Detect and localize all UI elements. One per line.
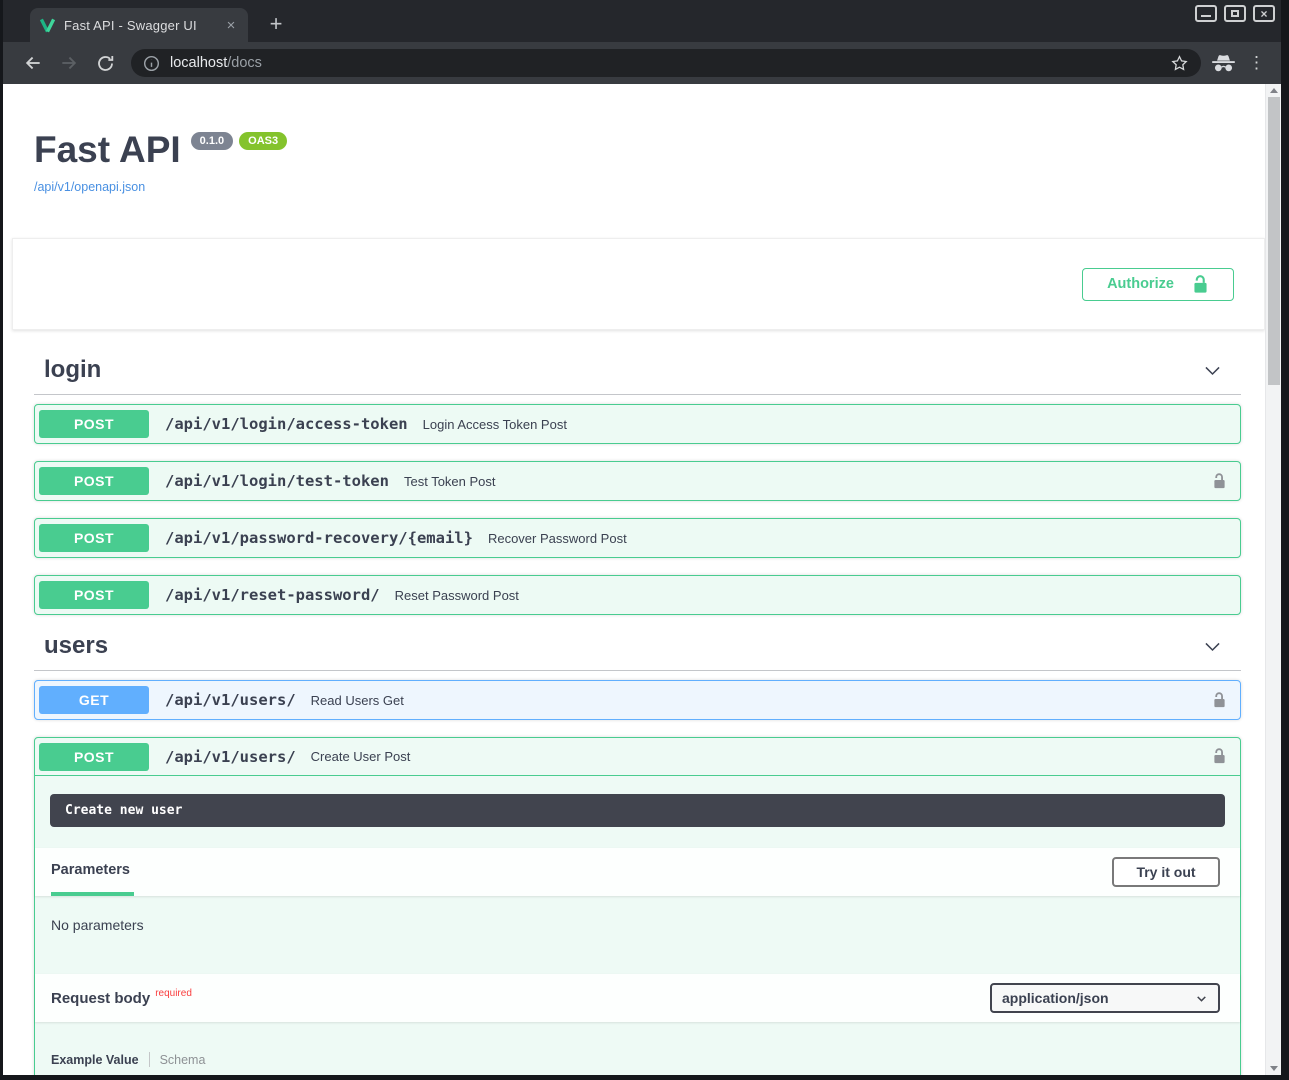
endpoint-row[interactable]: POST /api/v1/login/test-token Test Token… bbox=[34, 461, 1241, 501]
back-button[interactable] bbox=[20, 50, 46, 76]
try-it-out-button[interactable]: Try it out bbox=[1112, 857, 1220, 887]
operations-list: login POST /api/v1/login/access-token Lo… bbox=[34, 356, 1241, 1075]
tab-fast-api[interactable]: Fast API - Swagger UI × bbox=[30, 8, 248, 42]
section-title: login bbox=[44, 356, 101, 384]
endpoint-row[interactable]: POST /api/v1/login/access-token Login Ac… bbox=[34, 404, 1241, 444]
authorize-button[interactable]: Authorize bbox=[1082, 268, 1234, 301]
method-badge: POST bbox=[39, 743, 149, 771]
endpoint-summary: Recover Password Post bbox=[488, 531, 627, 546]
tab-close-icon[interactable]: × bbox=[222, 16, 240, 34]
toolbar-right: ⋮ bbox=[1211, 53, 1273, 73]
endpoint-path: /api/v1/password-recovery/{email} bbox=[165, 529, 473, 547]
chevron-down-icon[interactable] bbox=[1202, 636, 1223, 657]
request-body-label: Request body bbox=[51, 990, 150, 1007]
schema-tab[interactable]: Schema bbox=[160, 1053, 206, 1067]
endpoint-body: Create new user Parameters Try it out No… bbox=[35, 776, 1240, 1075]
endpoint-path: /api/v1/login/access-token bbox=[165, 415, 408, 433]
parameters-header: Parameters Try it out bbox=[35, 848, 1240, 896]
close-button[interactable]: × bbox=[1253, 5, 1275, 22]
parameters-tab: Parameters bbox=[51, 848, 134, 896]
no-parameters-text: No parameters bbox=[35, 896, 1240, 953]
maximize-icon bbox=[1231, 10, 1239, 17]
section-header-users[interactable]: users bbox=[34, 632, 1241, 671]
unlock-icon bbox=[1212, 472, 1227, 491]
method-badge: GET bbox=[39, 686, 149, 714]
scrollbar-thumb[interactable] bbox=[1268, 97, 1280, 385]
forward-button[interactable] bbox=[56, 50, 82, 76]
minimize-button[interactable] bbox=[1195, 5, 1217, 22]
endpoint-summary: Read Users Get bbox=[311, 693, 404, 708]
auth-lock-button[interactable] bbox=[1212, 472, 1227, 491]
auth-lock-button[interactable] bbox=[1212, 691, 1227, 710]
auth-lock-button[interactable] bbox=[1212, 747, 1227, 766]
method-badge: POST bbox=[39, 467, 149, 495]
endpoint-path: /api/v1/users/ bbox=[165, 691, 296, 709]
tab-strip: Fast API - Swagger UI × + × bbox=[3, 0, 1281, 42]
browser-window: Fast API - Swagger UI × + × localhost/do… bbox=[0, 0, 1289, 1080]
endpoint-path: /api/v1/users/ bbox=[165, 748, 296, 766]
favicon-icon bbox=[40, 18, 55, 33]
scroll-up-arrow[interactable] bbox=[1270, 84, 1278, 97]
required-label: required bbox=[155, 988, 192, 999]
authorize-label: Authorize bbox=[1107, 276, 1174, 292]
page-title: Fast API 0.1.0 OAS3 bbox=[34, 130, 1241, 170]
unlock-icon bbox=[1212, 747, 1227, 766]
browser-menu-icon[interactable]: ⋮ bbox=[1248, 53, 1265, 73]
api-info: Fast API 0.1.0 OAS3 /api/v1/openapi.json bbox=[34, 130, 1241, 196]
browser-toolbar: localhost/docs ⋮ bbox=[3, 42, 1281, 84]
method-badge: POST bbox=[39, 524, 149, 552]
request-body-header: Request body required application/json bbox=[35, 974, 1240, 1022]
incognito-icon bbox=[1211, 54, 1236, 73]
url-path: /docs bbox=[227, 55, 262, 71]
endpoint-summary: Create User Post bbox=[311, 749, 411, 764]
site-info-icon[interactable] bbox=[143, 55, 160, 72]
window-controls: × bbox=[1195, 5, 1275, 22]
method-badge: POST bbox=[39, 581, 149, 609]
close-icon: × bbox=[1260, 8, 1267, 20]
endpoint-summary: Reset Password Post bbox=[395, 588, 519, 603]
page-viewport: Fast API 0.1.0 OAS3 /api/v1/openapi.json… bbox=[3, 84, 1281, 1075]
unlock-icon bbox=[1212, 691, 1227, 710]
section-header-login[interactable]: login bbox=[34, 356, 1241, 395]
scroll-down-arrow[interactable] bbox=[1270, 1062, 1278, 1075]
content-type-select[interactable]: application/json bbox=[990, 983, 1220, 1013]
url-host: localhost bbox=[170, 55, 227, 71]
endpoint-row[interactable]: POST /api/v1/reset-password/ Reset Passw… bbox=[34, 575, 1241, 615]
endpoint-row[interactable]: POST /api/v1/password-recovery/{email} R… bbox=[34, 518, 1241, 558]
section-title: users bbox=[44, 632, 108, 660]
endpoint-row[interactable]: POST /api/v1/users/ Create User Post bbox=[35, 738, 1240, 776]
endpoint-summary: Login Access Token Post bbox=[423, 417, 567, 432]
address-bar[interactable]: localhost/docs bbox=[131, 49, 1201, 77]
oas-badge: OAS3 bbox=[239, 132, 287, 150]
reload-button[interactable] bbox=[92, 50, 118, 76]
scheme-container: Authorize bbox=[12, 238, 1265, 330]
endpoint-row[interactable]: GET /api/v1/users/ Read Users Get bbox=[34, 680, 1241, 720]
page-scrollbar[interactable] bbox=[1265, 84, 1281, 1075]
bookmark-star-icon[interactable] bbox=[1170, 54, 1189, 73]
content-type-value: application/json bbox=[1002, 990, 1109, 1006]
maximize-button[interactable] bbox=[1224, 5, 1246, 22]
endpoint-summary: Test Token Post bbox=[404, 474, 496, 489]
swagger-ui: Fast API 0.1.0 OAS3 /api/v1/openapi.json… bbox=[3, 84, 1265, 1075]
method-badge: POST bbox=[39, 410, 149, 438]
tab-title: Fast API - Swagger UI bbox=[64, 18, 222, 33]
model-example-tabs: Example Value Schema bbox=[51, 1052, 1240, 1067]
openapi-spec-link[interactable]: /api/v1/openapi.json bbox=[34, 180, 145, 194]
dropdown-arrow-icon bbox=[1195, 992, 1208, 1005]
tab-divider bbox=[149, 1052, 150, 1067]
endpoint-block-expanded: POST /api/v1/users/ Create User Post Cre… bbox=[34, 737, 1241, 1075]
endpoint-path: /api/v1/login/test-token bbox=[165, 472, 389, 490]
chevron-down-icon[interactable] bbox=[1202, 360, 1223, 381]
api-title-text: Fast API bbox=[34, 130, 181, 170]
minimize-icon bbox=[1201, 15, 1211, 17]
example-value-tab[interactable]: Example Value bbox=[51, 1053, 139, 1067]
endpoint-path: /api/v1/reset-password/ bbox=[165, 586, 380, 604]
new-tab-button[interactable]: + bbox=[262, 10, 290, 38]
unlock-icon bbox=[1192, 274, 1209, 295]
endpoint-description: Create new user bbox=[50, 794, 1225, 827]
version-badge: 0.1.0 bbox=[191, 132, 233, 150]
